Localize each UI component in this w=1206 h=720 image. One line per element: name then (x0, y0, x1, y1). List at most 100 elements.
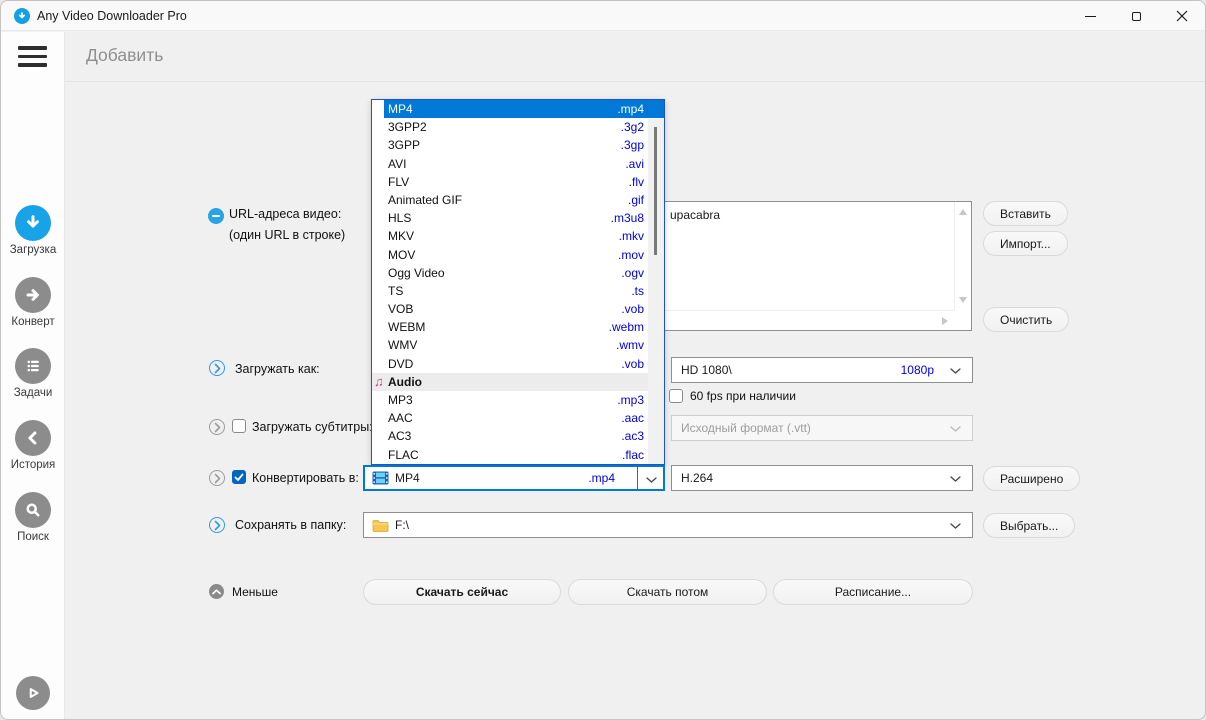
format-dropdown-list: MP4 .mp4 3GPP2 .3g2 3GPP .3gp AVI .avi FLV .flv An… (372, 100, 664, 464)
format-option[interactable]: VOB .vob (372, 300, 664, 318)
dropdown-scrollbar-thumb[interactable] (654, 127, 657, 255)
format-option[interactable]: MKV .mkv (372, 227, 664, 245)
format-name: 3GPP2 (388, 120, 427, 135)
convert-checkbox[interactable] (232, 470, 246, 484)
vertical-scrollbar[interactable] (954, 202, 971, 310)
sidebar-item-download[interactable]: Загрузка (1, 205, 65, 256)
maximize-icon (1131, 11, 1141, 21)
app-window: Any Video Downloader Pro Загрузка Конвер… (0, 0, 1206, 720)
format-option[interactable]: MOV .mov (372, 246, 664, 264)
format-option[interactable]: AC3 .ac3 (372, 427, 664, 445)
collapse-minus-icon[interactable] (208, 208, 224, 224)
choose-button[interactable]: Выбрать... (983, 513, 1076, 538)
chevron-right-circle-icon (209, 360, 225, 376)
format-extension: .m3u8 (610, 211, 644, 226)
scroll-right-icon[interactable] (942, 317, 948, 325)
quality-value: HD 1080\ (681, 363, 732, 377)
hamburger-menu-icon[interactable] (18, 46, 48, 68)
quality-combobox[interactable]: HD 1080\ 1080p (671, 357, 973, 383)
format-name: HLS (388, 211, 412, 226)
folder-icon (372, 520, 389, 532)
format-option[interactable]: 3GPP2 .3g2 (372, 118, 664, 136)
format-option[interactable]: HLS .m3u8 (372, 209, 664, 227)
chevron-right-circle-icon (209, 470, 225, 486)
maximize-button[interactable] (1113, 1, 1159, 31)
format-option[interactable]: Ogg Video .ogv (372, 264, 664, 282)
format-extension: .3gp (620, 138, 644, 153)
format-option[interactable]: Animated GIF .gif (372, 191, 664, 209)
combo-divider (637, 467, 638, 489)
format-extension: .gif (627, 192, 644, 207)
format-option[interactable]: AAC .aac (372, 409, 664, 427)
minimize-button[interactable] (1067, 1, 1113, 31)
download-later-button[interactable]: Скачать потом (568, 579, 767, 605)
format-name: MP4 (388, 102, 413, 116)
chevron-up-circle-icon[interactable] (209, 584, 224, 599)
format-option[interactable]: 3GPP .3gp (372, 136, 664, 154)
dropdown-scrollbar[interactable] (648, 119, 664, 464)
chevron-right-circle-icon (209, 419, 225, 435)
format-name: 3GPP (388, 138, 421, 153)
title-bar: Any Video Downloader Pro (1, 1, 1205, 31)
chevron-down-icon (950, 426, 961, 432)
import-button[interactable]: Импорт... (983, 231, 1068, 256)
paste-button[interactable]: Вставить (983, 201, 1068, 226)
header-separator (66, 81, 1205, 82)
format-option[interactable]: DVD .vob (372, 355, 664, 373)
format-extension: .mkv (618, 229, 644, 244)
codec-combobox[interactable]: H.264 (671, 465, 973, 491)
download-now-button[interactable]: Скачать сейчас (363, 579, 561, 605)
format-extension: .aac (621, 411, 644, 426)
format-name: MP3 (388, 393, 413, 407)
format-option[interactable]: WMV .wmv (372, 336, 664, 354)
format-name: Audio (388, 374, 422, 389)
tasks-list-icon (15, 348, 51, 384)
sidebar-item-convert[interactable]: Конверт (1, 277, 65, 328)
sidebar-label: Загрузка (9, 244, 57, 256)
format-option[interactable]: TS .ts (372, 282, 664, 300)
format-extension: .flv (628, 174, 644, 189)
page-title: Добавить (86, 45, 164, 65)
format-option[interactable]: MP3 .mp3 (372, 391, 664, 409)
url-sublabel: (один URL в строке) (229, 228, 346, 242)
app-logo-icon (14, 8, 30, 24)
format-extension: .mp4 (588, 471, 615, 485)
format-option[interactable]: WEBM .webm (372, 318, 664, 336)
chevron-down-icon (646, 477, 657, 483)
less-toggle-label[interactable]: Меньше (232, 585, 278, 599)
format-extension: .ts (631, 283, 644, 298)
scroll-up-icon[interactable] (959, 209, 967, 215)
format-option[interactable]: FLAC .flac (372, 446, 664, 464)
scroll-down-icon[interactable] (959, 297, 967, 303)
format-extension: .ac3 (621, 429, 644, 444)
schedule-button[interactable]: Расписание... (773, 579, 973, 605)
sidebar-label: История (10, 459, 56, 471)
format-group-header[interactable]: ♫ Audio (372, 372, 664, 391)
sidebar-item-tasks[interactable]: Задачи (1, 348, 65, 399)
format-combobox[interactable]: MP4 .mp4 (363, 465, 665, 491)
chevron-right-circle-icon (209, 517, 225, 533)
format-name: FLAC (388, 447, 419, 462)
fps-checkbox[interactable] (669, 389, 683, 403)
format-extension: .avi (625, 156, 644, 171)
history-back-icon (15, 420, 51, 456)
sidebar-item-search[interactable]: Поиск (1, 492, 65, 543)
subtitles-label: Загружать субтитры: (252, 420, 373, 434)
minimize-icon (1084, 15, 1096, 17)
format-option[interactable]: MP4 .mp4 (384, 100, 664, 119)
clear-button[interactable]: Очистить (983, 307, 1070, 332)
format-option[interactable]: AVI .avi (372, 155, 664, 173)
subtitles-checkbox[interactable] (232, 419, 246, 433)
sidebar-label: Конверт (11, 316, 55, 328)
advanced-button[interactable]: Расширено (983, 466, 1081, 491)
format-name: TS (388, 283, 404, 298)
format-option[interactable]: FLV .flv (372, 173, 664, 191)
convert-label: Конвертировать в: (252, 471, 359, 485)
folder-combobox[interactable]: F:\ (363, 512, 973, 538)
close-button[interactable] (1159, 1, 1205, 31)
fps-label: 60 fps при наличии (690, 389, 796, 403)
sidebar-item-history[interactable]: История (1, 420, 65, 471)
play-icon[interactable] (16, 676, 50, 710)
filmstrip-icon (372, 471, 389, 485)
sidebar-label: Задачи (13, 387, 53, 399)
